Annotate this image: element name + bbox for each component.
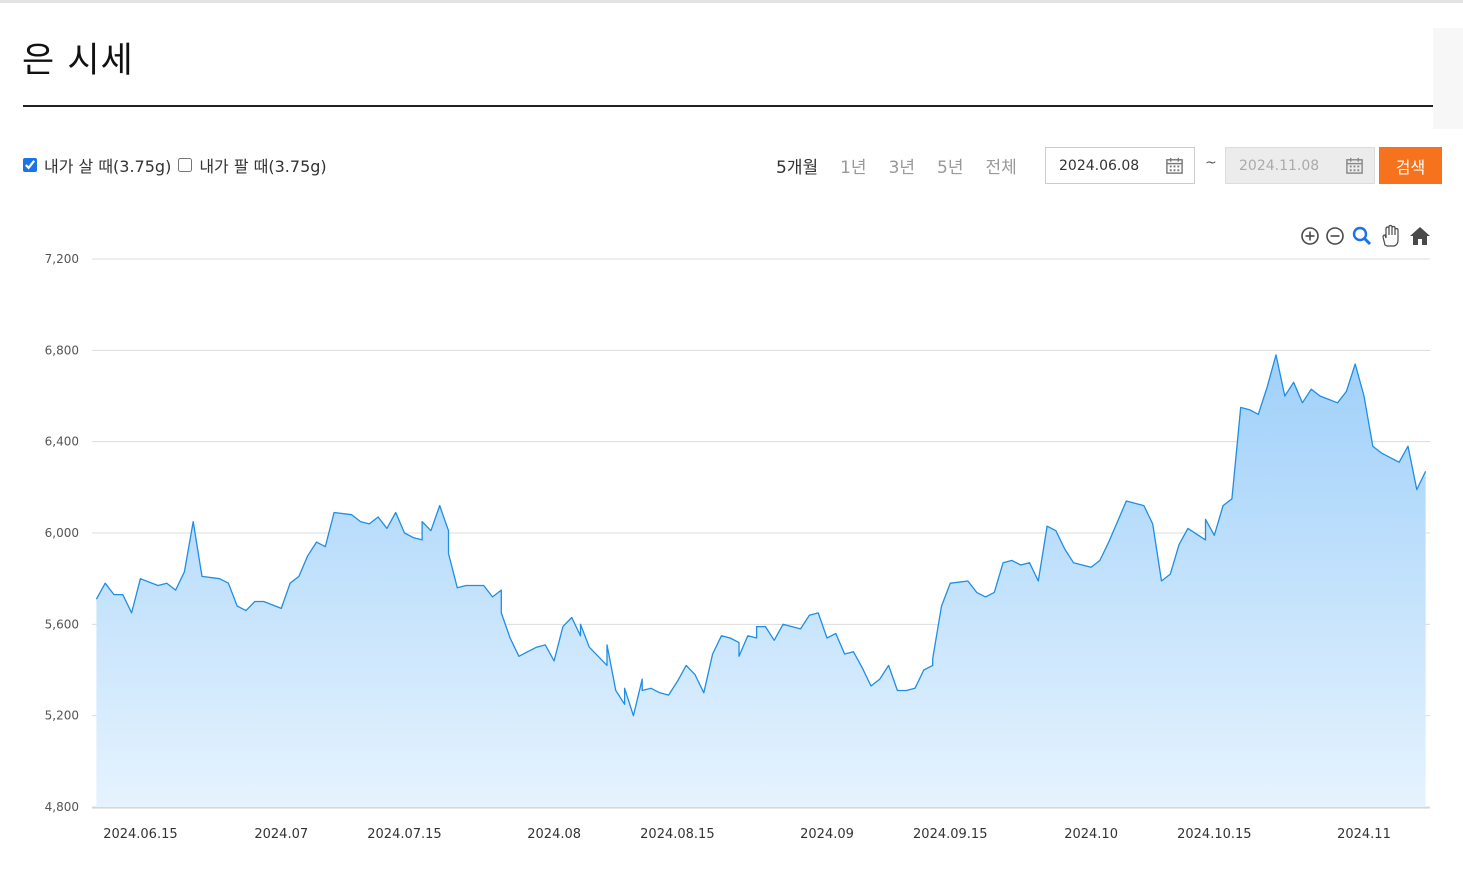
home-icon[interactable]	[1410, 227, 1430, 245]
magnify-icon[interactable]	[1352, 226, 1372, 246]
y-tick-label: 6,800	[45, 343, 79, 357]
sell-checkbox[interactable]	[178, 158, 193, 172]
x-tick-label: 2024.07.15	[367, 827, 441, 842]
period-3y[interactable]: 3년	[889, 153, 915, 178]
period-all[interactable]: 전체	[986, 153, 1017, 178]
y-tick-label: 5,200	[45, 709, 79, 723]
zoom-in-icon[interactable]	[1301, 227, 1319, 245]
buy-checkbox[interactable]	[23, 158, 37, 172]
x-tick-label: 2024.08.15	[640, 827, 714, 842]
sell-filter[interactable]: 내가 팔 때(3.75g)	[178, 153, 327, 177]
x-tick-label: 2024.09.15	[913, 827, 987, 842]
x-tick-label: 2024.10.15	[1177, 827, 1251, 842]
start-date-value: 2024.06.08	[1059, 157, 1140, 174]
buy-filter-label: 내가 살 때(3.75g)	[44, 157, 172, 176]
y-tick-label: 5,600	[45, 617, 79, 631]
calendar-icon[interactable]	[1345, 156, 1364, 175]
x-tick-label: 2024.10	[1064, 827, 1118, 842]
start-date-input[interactable]: 2024.06.08	[1045, 147, 1195, 184]
period-1y[interactable]: 1년	[840, 153, 866, 178]
zoom-out-icon[interactable]	[1326, 227, 1344, 245]
y-axis: 4,800 5,200 5,600 6,000 6,400 6,800 7,200	[45, 252, 79, 814]
period-tabs: 5개월 1년 3년 5년 전체	[776, 153, 1039, 178]
x-axis: 2024.06.15 2024.07 2024.07.15 2024.08 2024.0…	[103, 827, 1391, 842]
y-tick-label: 6,400	[45, 435, 79, 449]
y-tick-label: 6,000	[45, 526, 79, 540]
calendar-icon[interactable]	[1165, 156, 1184, 175]
page-title: 은 시세	[22, 41, 134, 81]
side-panel-tab[interactable]	[1433, 28, 1463, 129]
end-date-value: 2024.11.08	[1239, 157, 1320, 174]
series-layer	[95, 354, 1427, 807]
series-area	[96, 354, 1426, 807]
x-tick-label: 2024.07	[254, 827, 308, 842]
top-border	[0, 0, 1463, 3]
sell-filter-label: 내가 팔 때(3.75g)	[199, 157, 327, 176]
date-range-separator: ~	[1205, 155, 1217, 171]
price-type-filters: 내가 살 때(3.75g) 내가 팔 때(3.75g)	[23, 153, 334, 177]
y-tick-label: 4,800	[45, 800, 79, 814]
x-tick-label: 2024.11	[1337, 827, 1391, 842]
x-tick-label: 2024.08	[527, 827, 581, 842]
x-tick-label: 2024.06.15	[103, 827, 177, 842]
silver-price-chart: 4,800 5,200 5,600 6,000 6,400 6,800 7,200 2024…	[45, 224, 1430, 842]
pan-hand-icon[interactable]	[1382, 224, 1399, 247]
y-tick-label: 7,200	[45, 252, 79, 266]
chart-toolbar	[1301, 224, 1430, 247]
period-5y[interactable]: 5년	[937, 153, 963, 178]
period-5m[interactable]: 5개월	[776, 153, 818, 178]
search-button[interactable]: 검색	[1379, 147, 1442, 184]
buy-filter[interactable]: 내가 살 때(3.75g)	[23, 153, 171, 177]
end-date-input[interactable]: 2024.11.08	[1225, 147, 1375, 184]
title-divider	[23, 105, 1433, 107]
x-tick-label: 2024.09	[800, 827, 854, 842]
